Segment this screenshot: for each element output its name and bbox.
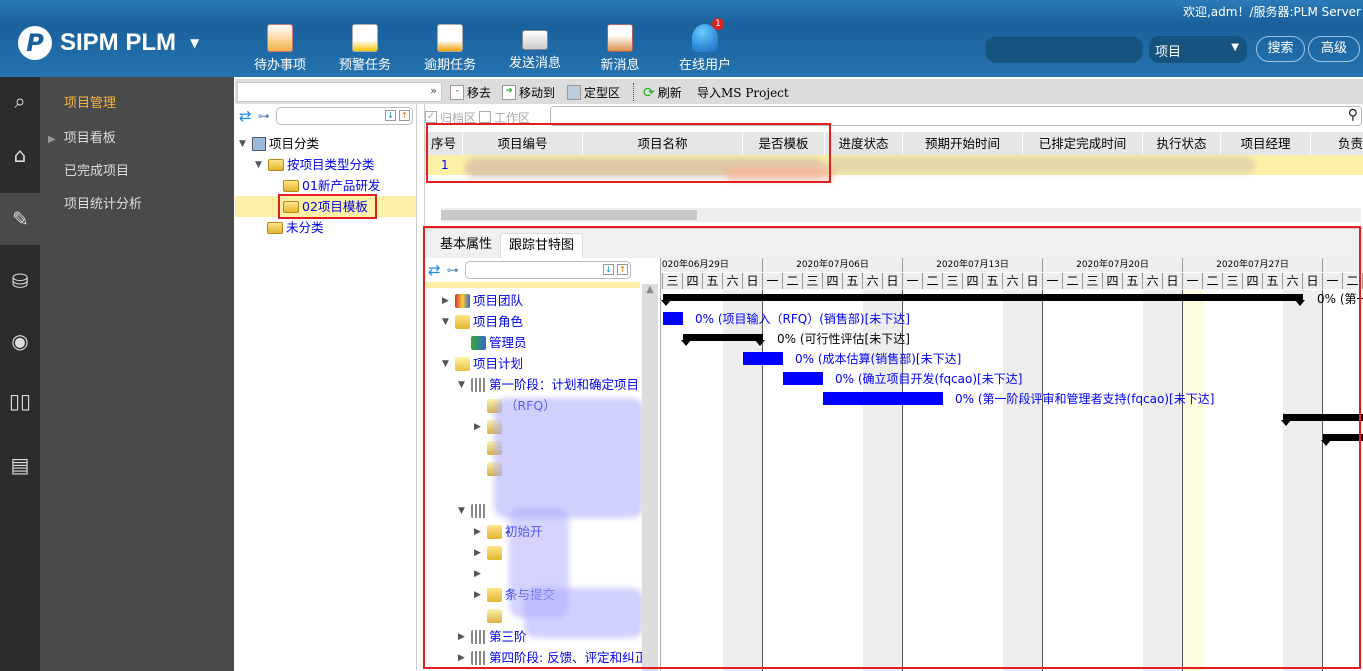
archive-checkbox[interactable]: ✓ (425, 111, 437, 123)
new-message-button[interactable]: 新消息 (585, 24, 655, 73)
icon-rail: ⌕ ⌂ ✎ ⛁ ◉ ▯▯ ▤ (0, 77, 41, 671)
send-message-icon (522, 30, 548, 50)
warning-task-icon (352, 24, 378, 52)
tree-structure-icon[interactable]: ⊶ (258, 109, 270, 123)
column-header[interactable]: 项目经理 (1221, 132, 1311, 155)
tree-search-input[interactable]: ↓ ↑ (275, 107, 413, 125)
search-button[interactable]: 搜索 (1256, 36, 1305, 62)
advanced-search-button[interactable]: 高级 (1308, 36, 1360, 62)
podcast-icon[interactable]: ◉ (0, 319, 40, 363)
view-select[interactable]: » (237, 82, 442, 102)
app-header: P SIPM PLM ▼ 待办事项 预警任务 逾期任务 发送消息 新消息 1 在线… (0, 0, 1363, 77)
sipm-search-icon[interactable]: ⌕ (0, 79, 40, 123)
redacted-content (825, 157, 1255, 173)
scrollbar-thumb[interactable] (441, 210, 697, 220)
folder-icon (268, 159, 284, 171)
column-header[interactable]: 进度状态 (825, 132, 903, 155)
online-users-button[interactable]: 1 在线用户 (670, 18, 740, 73)
database-icon[interactable]: ⛁ (0, 259, 40, 303)
warning-task-button[interactable]: 预警任务 (330, 24, 400, 73)
todo-button[interactable]: 待办事项 (245, 24, 315, 73)
online-users-icon: 1 (692, 18, 724, 52)
column-header[interactable]: 预期开始时间 (903, 132, 1023, 155)
toolbar: » - 移去 ➜ 移动到 定型区 ⟳ 刷新 导入MS Project (235, 77, 1363, 104)
project-grid-panel: ✓ 归档区 工作区 ⚲ 序号 项目编号 项目名称 是否模板 进度状态 预期开始时间… (424, 104, 1363, 228)
menu-item-project-board[interactable]: ▶ 项目看板 (48, 127, 116, 146)
refresh-button[interactable]: ⟳ 刷新 (643, 84, 682, 101)
highlight-box (426, 123, 831, 183)
tree-node[interactable]: 01新产品研发 (283, 176, 380, 196)
caret-right-icon: ▶ (48, 134, 56, 145)
send-message-button[interactable]: 发送消息 (500, 24, 570, 71)
work-checkbox[interactable] (479, 111, 492, 123)
expanded-icon: ▼ (239, 139, 246, 149)
tree-node-root[interactable]: ▼ 项目分类 (239, 134, 319, 154)
tree-node[interactable]: 未分类 (267, 218, 324, 238)
remove-icon: - (450, 85, 464, 100)
tree-node[interactable]: ▼ 按项目类型分类 (255, 155, 375, 175)
import-ms-project-button[interactable]: 导入MS Project (697, 84, 789, 101)
fixed-area-icon (567, 85, 581, 100)
search-icon[interactable]: ⚲ (1348, 107, 1358, 123)
logo-icon: P (18, 26, 52, 60)
app-name: SIPM PLM (60, 29, 177, 56)
side-menu: 项目管理 ▶ 项目看板 已完成项目 项目统计分析 (40, 77, 234, 671)
notification-badge: 1 (712, 18, 724, 30)
column-header[interactable]: 已排定完成时间 (1023, 132, 1143, 155)
fixed-area-button[interactable]: 定型区 (567, 84, 620, 101)
edit-icon[interactable]: ✎ (0, 193, 41, 245)
move-to-icon: ➜ (502, 85, 516, 100)
overdue-task-button[interactable]: 逾期任务 (415, 24, 485, 73)
category-book-icon (252, 137, 266, 151)
folder-icon (283, 180, 299, 192)
folder-icon (267, 222, 283, 234)
overdue-task-icon (437, 24, 463, 52)
welcome-text: 欢迎,adm！/服务器:PLM Server (1182, 5, 1361, 19)
highlight-box (278, 194, 377, 219)
search-input[interactable] (985, 36, 1143, 63)
id-card-icon[interactable]: ▤ (0, 443, 40, 487)
remove-button[interactable]: - 移去 (450, 84, 491, 101)
highlight-box (423, 226, 1361, 669)
menu-item-project-management[interactable]: 项目管理 (64, 92, 116, 111)
arrow-down-icon[interactable]: ↓ (385, 110, 396, 121)
horizontal-scrollbar[interactable] (441, 208, 1361, 222)
chevron-down-icon[interactable]: ▼ (190, 36, 199, 50)
menu-item-project-statistics[interactable]: 项目统计分析 (64, 193, 142, 212)
toolbar-divider (633, 83, 634, 101)
column-header[interactable]: 执行状态 (1143, 132, 1221, 155)
move-to-button[interactable]: ➜ 移动到 (502, 84, 555, 101)
app-logo[interactable]: P SIPM PLM ▼ (18, 26, 199, 60)
chevron-down-icon: ▼ (1231, 42, 1239, 53)
book-icon[interactable]: ▯▯ (0, 379, 40, 423)
chevron-double-down-icon: » (430, 84, 437, 97)
home-icon[interactable]: ⌂ (0, 133, 40, 177)
column-header[interactable]: 负责 (1311, 132, 1363, 155)
todo-list-icon (267, 24, 293, 52)
refresh-icon[interactable]: ⇄ (239, 107, 252, 125)
refresh-icon: ⟳ (643, 84, 655, 101)
arrow-up-icon[interactable]: ↑ (399, 110, 410, 121)
new-message-icon (607, 24, 633, 52)
search-scope-select[interactable]: 项目 ▼ (1149, 36, 1247, 63)
menu-item-completed-projects[interactable]: 已完成项目 (64, 160, 129, 179)
category-tree-panel: ⇄ ⊶ ↓ ↑ ▼ 项目分类 ▼ 按项目类型分类 01新产品研发 02项目模板 未分类 (235, 104, 417, 671)
